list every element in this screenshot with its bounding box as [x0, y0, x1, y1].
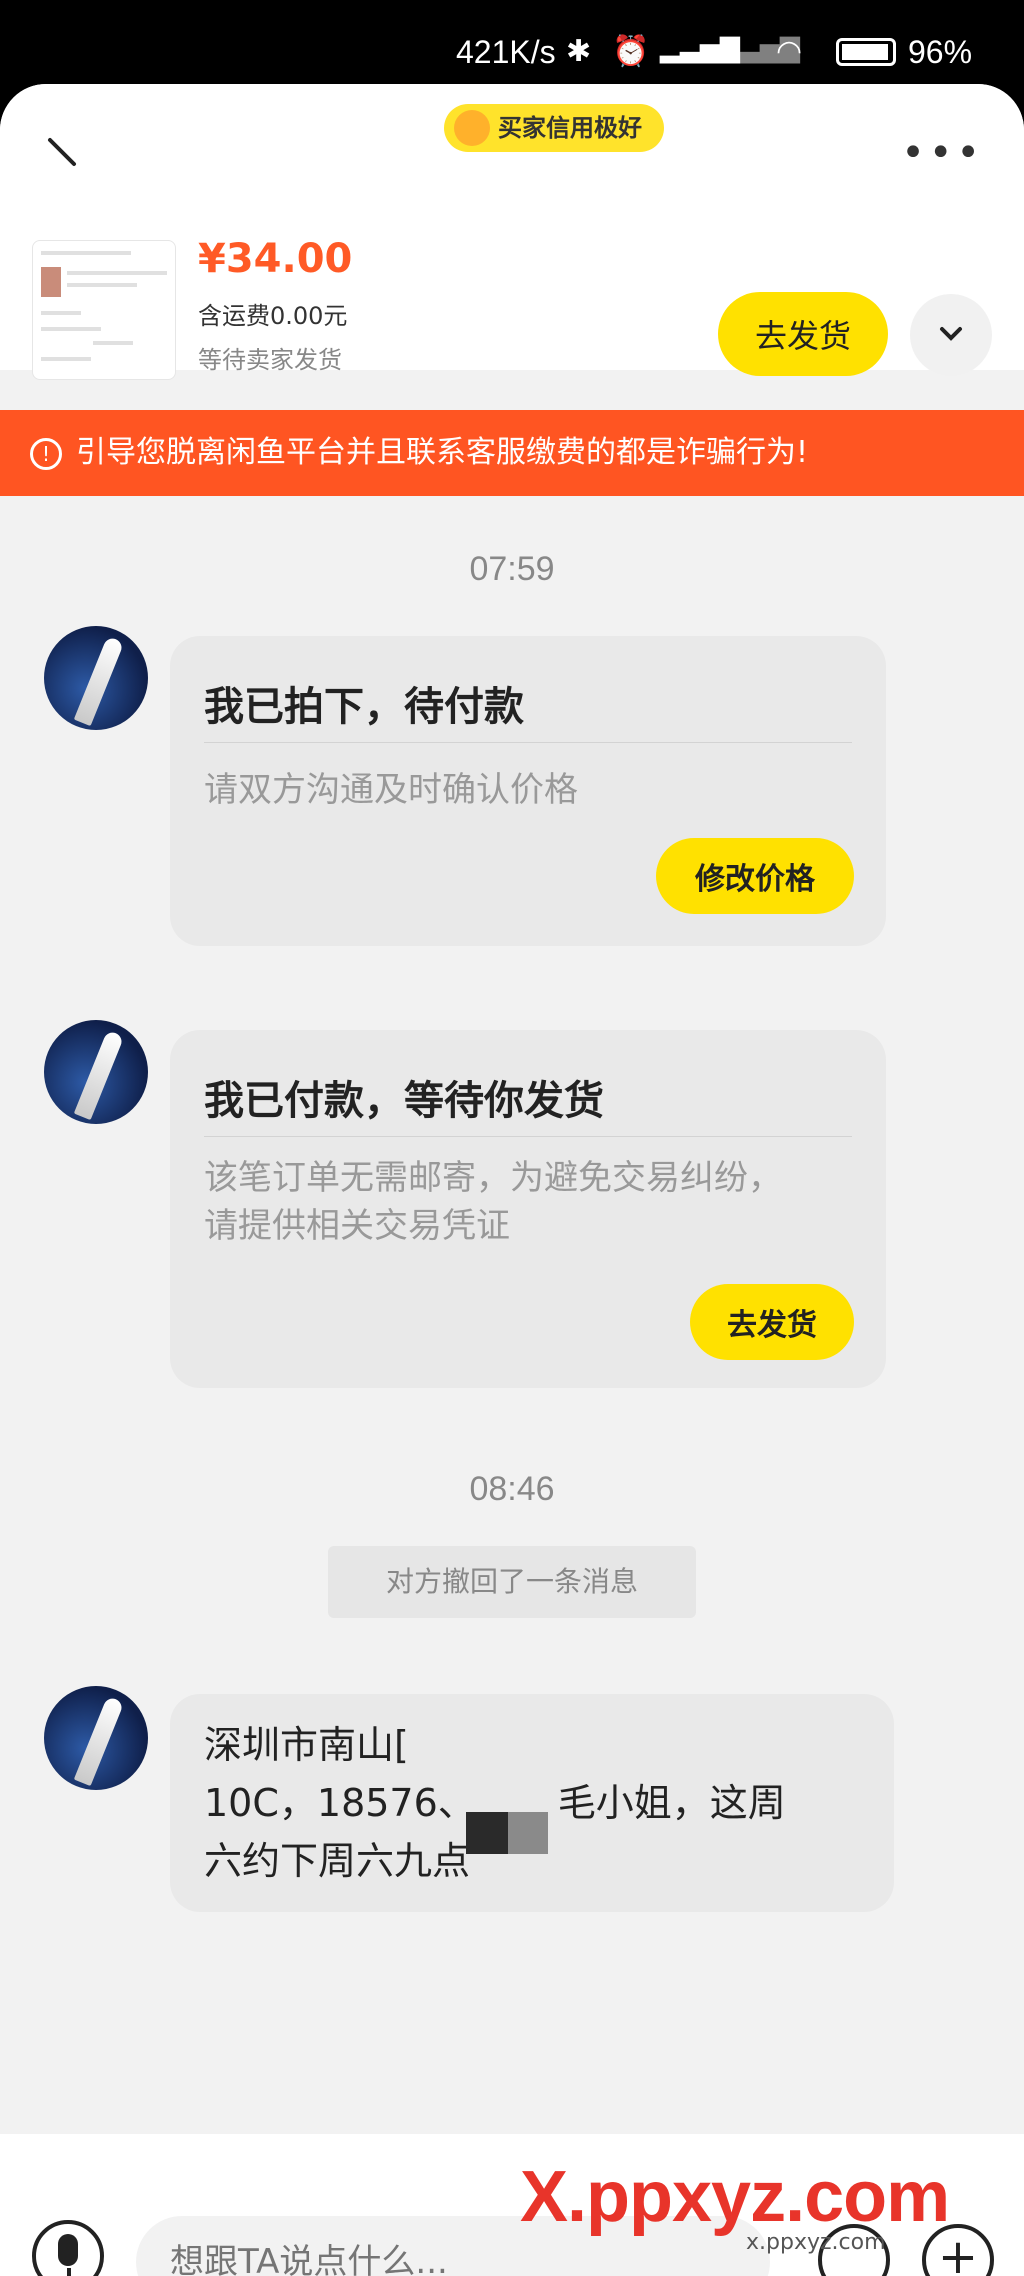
ship-button[interactable]: 去发货: [690, 1284, 854, 1360]
avatar[interactable]: [44, 1020, 148, 1124]
exclamation-icon: !: [30, 438, 62, 470]
watermark-url: x.ppxyz.com: [746, 2230, 886, 2255]
battery-icon: [836, 38, 896, 66]
avatar[interactable]: [44, 1686, 148, 1790]
back-icon[interactable]: [44, 134, 88, 178]
bubble-line: 深圳市南山[: [204, 1723, 409, 1767]
shipping-fee: 含运费0.00元: [198, 302, 348, 330]
card-title: 我已拍下，待付款: [204, 684, 524, 730]
modify-price-button[interactable]: 修改价格: [656, 838, 854, 914]
order-status: 等待卖家发货: [198, 346, 342, 374]
card-description: 请双方沟通及时确认价格: [204, 770, 578, 810]
happy-face-icon: [454, 110, 490, 146]
credit-badge: 买家信用极好: [444, 104, 664, 152]
more-dots-icon[interactable]: •••: [901, 130, 984, 176]
wifi-icon: ◠: [776, 34, 803, 69]
divider: [204, 1136, 852, 1137]
chevron-down-icon: [940, 326, 962, 341]
recall-notice: 对方撤回了一条消息: [328, 1546, 696, 1618]
expand-button[interactable]: [910, 294, 992, 376]
net-speed: 421K/s: [456, 34, 556, 70]
bubble-text: 毛小姐，这周: [557, 1781, 786, 1825]
avatar[interactable]: [44, 626, 148, 730]
timestamp: 07:59: [469, 550, 555, 588]
microphone-icon[interactable]: [32, 2220, 104, 2276]
bubble-text: 10C，18576、: [204, 1781, 476, 1825]
bluetooth-icon: ✱: [566, 34, 592, 69]
timestamp: 08:46: [469, 1470, 555, 1508]
order-header: 买家信用极好 ••• ¥34.00 含运费0.00元 等待卖家发货 去发货: [0, 84, 1024, 380]
card-title: 我已付款，等待你发货: [204, 1078, 604, 1124]
alarm-icon: ⏰: [612, 34, 650, 69]
warning-text: 引导您脱离闲鱼平台并且联系客服缴费的都是诈骗行为!: [76, 435, 809, 470]
card-description-line: 请提供相关交易凭证: [204, 1206, 510, 1246]
message-bubble[interactable]: 深圳市南山[ 10C，18576、 毛小姐，这周 六约下周六九点: [170, 1694, 894, 1912]
card-description-line: 该笔订单无需邮寄，为避免交易纠纷，: [204, 1158, 782, 1198]
product-thumbnail[interactable]: [32, 240, 176, 380]
fraud-warning-banner: ! 引导您脱离闲鱼平台并且联系客服缴费的都是诈骗行为!: [0, 410, 1024, 496]
divider: [204, 742, 852, 743]
redaction-block: [508, 1812, 548, 1854]
chat-sheet: 买家信用极好 ••• ¥34.00 含运费0.00元 等待卖家发货 去发货 ! …: [0, 84, 1024, 2276]
message-card-paid: 我已付款，等待你发货 该笔订单无需邮寄，为避免交易纠纷， 请提供相关交易凭证 去…: [170, 1030, 886, 1388]
message-card-order-placed: 我已拍下，待付款 请双方沟通及时确认价格 修改价格: [170, 636, 886, 946]
credit-badge-label: 买家信用极好: [498, 114, 642, 142]
ship-button[interactable]: 去发货: [718, 292, 888, 376]
battery-percent: 96%: [908, 34, 973, 70]
watermark: X.ppxyz.com: [520, 2157, 950, 2237]
card-description: 该笔订单无需邮寄，为避免交易纠纷， 请提供相关交易凭证: [204, 1154, 852, 1250]
order-price: ¥34.00: [198, 236, 353, 282]
